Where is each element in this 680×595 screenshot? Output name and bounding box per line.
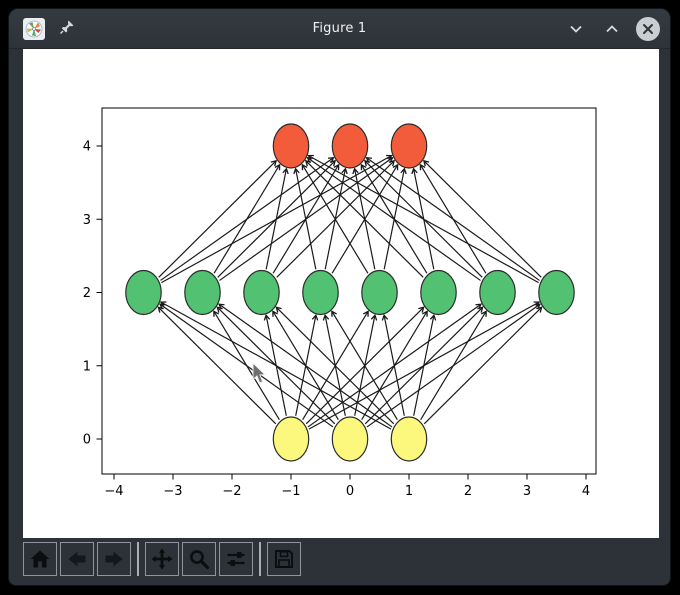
pin-icon[interactable] xyxy=(59,19,75,39)
plot-toolbar xyxy=(23,538,656,580)
figure-window: Figure 1 −4 −3 −2 −1 0 1 2 3 4 0 1 2 3 4 xyxy=(8,8,671,586)
zoom-button[interactable] xyxy=(182,542,216,576)
x-tick-label: −4 xyxy=(104,484,123,499)
connection-arrow xyxy=(308,158,481,281)
matplotlib-app-icon[interactable] xyxy=(23,18,45,40)
minimize-button[interactable] xyxy=(564,17,588,41)
network-node xyxy=(539,271,574,315)
configure-subplots-button[interactable] xyxy=(219,542,253,576)
x-tick-label: 3 xyxy=(523,484,531,499)
x-tick-label: 0 xyxy=(346,484,354,499)
connection-arrow xyxy=(367,158,540,281)
connection-arrow xyxy=(414,315,434,415)
connection-arrow xyxy=(384,315,404,415)
network-node xyxy=(480,271,515,315)
toolbar-separator xyxy=(259,542,261,576)
connection-arrow xyxy=(219,304,392,427)
connection-arrow xyxy=(161,302,391,429)
network-node xyxy=(391,124,426,168)
pan-button[interactable] xyxy=(145,542,179,576)
y-tick-label: 4 xyxy=(83,140,91,155)
titlebar[interactable]: Figure 1 xyxy=(9,9,670,49)
connection-arrow xyxy=(306,161,423,278)
x-tick-label: 1 xyxy=(405,484,413,499)
output-layer xyxy=(273,124,426,168)
chevron-up-icon xyxy=(605,22,619,36)
connection-arrow xyxy=(214,165,279,273)
x-tick-label: −2 xyxy=(222,484,241,499)
close-button[interactable] xyxy=(636,17,660,41)
connection-arrow xyxy=(266,169,286,269)
network-node xyxy=(421,271,456,315)
forward-arrow-icon xyxy=(103,548,125,570)
connection-arrow xyxy=(158,307,275,424)
chevron-down-icon xyxy=(569,22,583,36)
x-tick-label: −3 xyxy=(163,484,182,499)
network-node xyxy=(362,271,397,315)
forward-button[interactable] xyxy=(97,542,131,576)
back-button[interactable] xyxy=(60,542,94,576)
y-tick-label: 0 xyxy=(83,433,91,448)
matplotlib-logo-icon xyxy=(25,20,43,38)
connection-arrow xyxy=(159,161,276,278)
network-plot: −4 −3 −2 −1 0 1 2 3 4 0 1 2 3 4 xyxy=(23,49,659,538)
maximize-button[interactable] xyxy=(600,17,624,41)
input-layer xyxy=(273,417,426,461)
network-node xyxy=(185,271,220,315)
sliders-icon xyxy=(225,548,247,570)
network-node xyxy=(273,417,308,461)
save-button[interactable] xyxy=(267,542,301,576)
close-icon xyxy=(642,23,654,35)
magnifier-icon xyxy=(188,548,210,570)
x-tick-label: 2 xyxy=(464,484,472,499)
connection-arrow xyxy=(308,156,538,283)
back-arrow-icon xyxy=(66,548,88,570)
network-node xyxy=(303,271,338,315)
y-tick-label: 1 xyxy=(83,359,91,374)
hidden-layer xyxy=(126,271,574,315)
home-button[interactable] xyxy=(23,542,57,576)
x-tick-label: 4 xyxy=(582,484,590,499)
figure-canvas[interactable]: −4 −3 −2 −1 0 1 2 3 4 0 1 2 3 4 xyxy=(23,49,659,538)
network-node xyxy=(126,271,161,315)
x-tick-label: −1 xyxy=(281,484,300,499)
network-node xyxy=(332,417,367,461)
toolbar-separator xyxy=(137,542,139,576)
home-icon xyxy=(29,548,51,570)
connection-arrow xyxy=(296,169,316,269)
connection-arrow xyxy=(302,165,367,273)
network-node xyxy=(244,271,279,315)
connection-arrow xyxy=(424,161,541,278)
y-tick-label: 3 xyxy=(83,213,91,228)
connection-arrow xyxy=(424,307,541,424)
pan-move-icon xyxy=(151,548,173,570)
connection-arrow xyxy=(160,304,333,427)
window-controls xyxy=(564,17,660,41)
connection-arrow xyxy=(276,307,393,424)
save-floppy-icon xyxy=(273,548,295,570)
y-tick-label: 2 xyxy=(83,286,91,301)
network-node xyxy=(391,417,426,461)
network-node xyxy=(332,124,367,168)
network-node xyxy=(273,124,308,168)
connection-arrow xyxy=(421,311,486,419)
